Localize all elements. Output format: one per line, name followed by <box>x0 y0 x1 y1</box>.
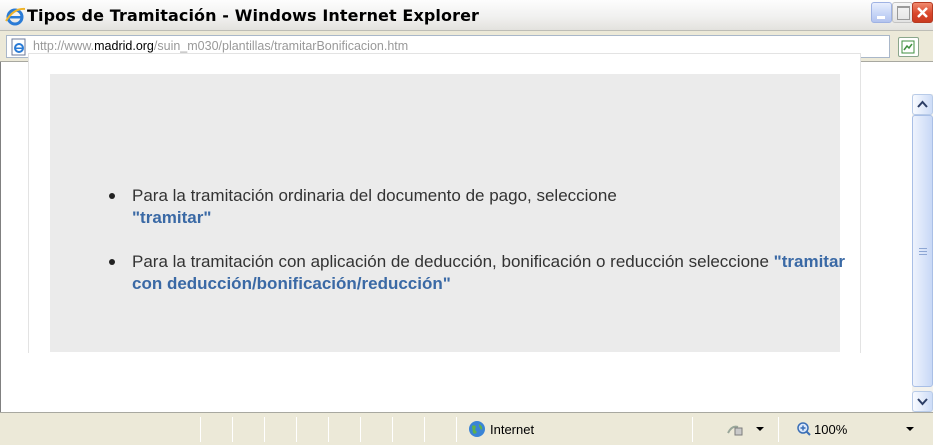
zoom-level[interactable]: 100% <box>814 422 847 437</box>
grip-line <box>919 251 927 252</box>
chevron-down-icon <box>917 398 928 406</box>
list-item-deduction: Para la tramitación con aplicación de de… <box>109 251 852 295</box>
status-separator <box>200 417 201 442</box>
item-text: Para la tramitación con aplicación de de… <box>132 252 769 271</box>
status-bar: Internet 100% <box>0 412 933 445</box>
protected-mode-icon[interactable] <box>726 421 744 437</box>
scroll-thumb[interactable] <box>912 115 933 387</box>
status-separator <box>424 417 425 442</box>
status-separator <box>328 417 329 442</box>
options-list: Para la tramitación ordinaria del docume… <box>109 185 852 317</box>
grip-line <box>919 254 927 255</box>
security-zone: Internet <box>490 422 535 437</box>
url-text: http://www.madrid.org/suin_m030/plantill… <box>33 39 408 53</box>
zoom-icon[interactable] <box>796 421 812 437</box>
chevron-down-icon[interactable] <box>756 427 764 431</box>
item-text: Para la tramitación ordinaria del docume… <box>132 186 617 205</box>
status-separator <box>692 417 693 442</box>
ie-logo-icon <box>5 7 26 26</box>
status-separator <box>296 417 297 442</box>
status-separator <box>264 417 265 442</box>
url-prefix: http://www. <box>33 39 95 53</box>
url-path: /suin_m030/plantillas/tramitarBonificaci… <box>153 39 409 53</box>
status-separator <box>232 417 233 442</box>
scroll-up-button[interactable] <box>912 94 933 115</box>
minimize-button[interactable] <box>871 2 892 23</box>
chevron-down-icon[interactable] <box>906 427 914 431</box>
vertical-scrollbar[interactable] <box>912 94 933 412</box>
title-bar: Tipos de Tramitación - Windows Internet … <box>0 0 933 31</box>
close-button[interactable] <box>912 2 933 23</box>
status-separator <box>778 417 779 442</box>
globe-icon <box>469 421 485 437</box>
status-separator <box>456 417 457 442</box>
window-title: Tipos de Tramitación - Windows Internet … <box>27 6 480 25</box>
feed-icon[interactable] <box>898 37 919 57</box>
feed-glyph-icon <box>901 40 915 54</box>
chevron-up-icon <box>917 100 928 108</box>
status-separator <box>360 417 361 442</box>
close-icon <box>917 7 928 18</box>
url-domain: madrid.org <box>94 39 154 53</box>
tramitar-link[interactable]: "tramitar" <box>132 208 211 227</box>
list-item-ordinary: Para la tramitación ordinaria del docume… <box>109 185 852 229</box>
grip-line <box>919 248 927 249</box>
status-separator <box>392 417 393 442</box>
scroll-down-button[interactable] <box>912 391 933 412</box>
maximize-button[interactable] <box>892 2 913 23</box>
page-icon <box>11 38 26 56</box>
